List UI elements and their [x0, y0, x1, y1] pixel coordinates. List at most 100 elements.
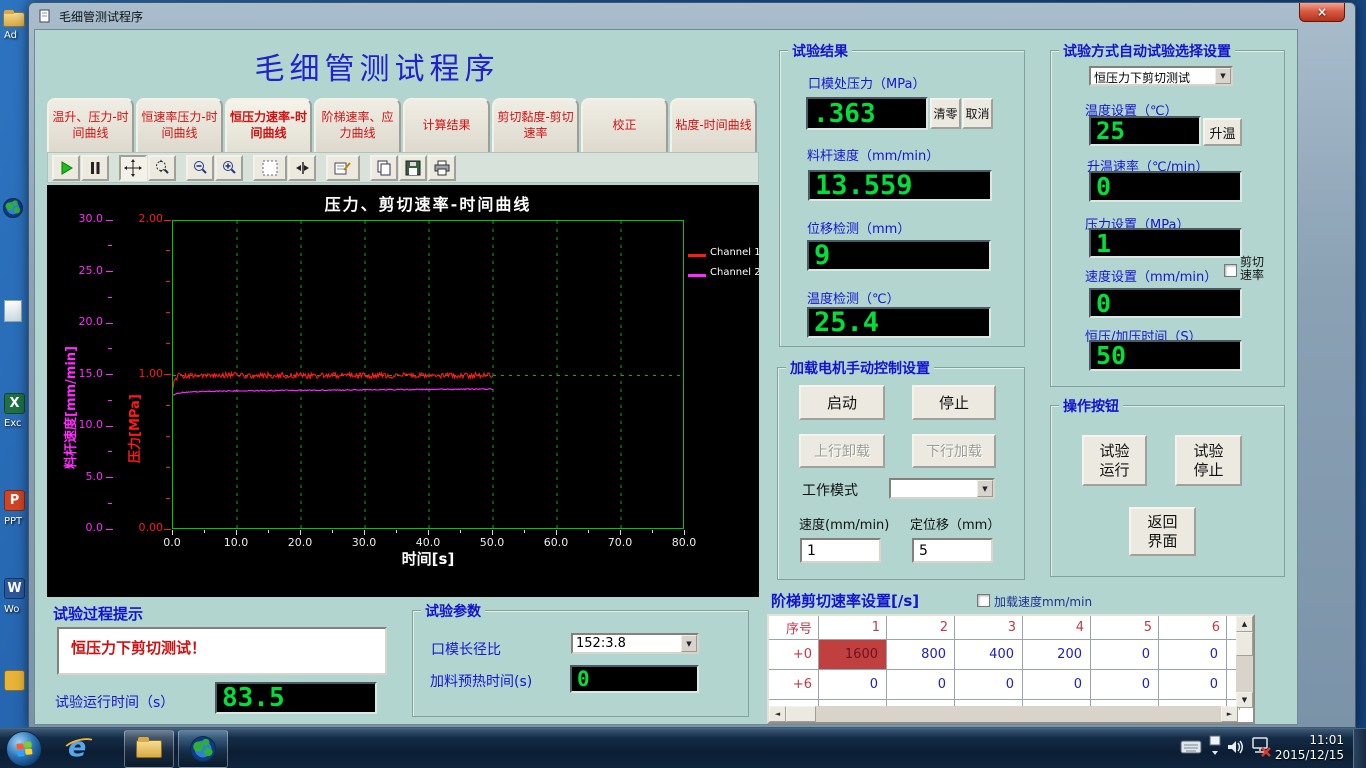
ppt-icon[interactable]: P	[4, 490, 25, 511]
app-icon[interactable]	[4, 670, 25, 691]
language-icon[interactable]	[1208, 735, 1222, 763]
scroll-up-icon[interactable]: ▲	[1236, 616, 1253, 632]
table-cell[interactable]: 200	[1023, 640, 1091, 670]
start-button[interactable]: 启动	[799, 385, 885, 420]
table-cell[interactable]: 0	[1023, 670, 1091, 700]
tab-const-pressure-rate-time[interactable]: 恒压力速率-时间曲线	[225, 98, 312, 152]
tab-step-rate-stress[interactable]: 阶梯速率、应力曲线	[314, 98, 401, 152]
manual-speed-input[interactable]: 1	[800, 538, 881, 563]
desktop-icon-label: PPT	[4, 516, 22, 527]
plot-settings-button[interactable]	[326, 155, 360, 181]
load-speed-checkbox[interactable]	[977, 594, 990, 607]
return-button[interactable]: 返回界面	[1129, 507, 1196, 556]
manual-displacement-input[interactable]: 5	[912, 538, 993, 563]
table-cell-selected[interactable]: 1600	[819, 640, 887, 670]
tab-const-rate-pressure-time[interactable]: 恒速率压力-时间曲线	[136, 98, 223, 152]
heat-button[interactable]: 升温	[1203, 118, 1242, 146]
tab-calibration[interactable]: 校正	[581, 98, 668, 152]
tickmark-left	[106, 529, 113, 530]
test-mode-value: 恒压力下剪切测试	[1091, 68, 1215, 84]
stop-button[interactable]: 停止	[912, 385, 996, 420]
shear-rate-checkbox[interactable]	[1224, 264, 1237, 277]
zoom-out-button[interactable]	[186, 155, 214, 181]
plot-region[interactable]	[172, 220, 684, 529]
chart-toolbar	[47, 152, 759, 183]
scroll-left-icon[interactable]: ◄	[769, 706, 786, 722]
table-cell[interactable]: 0	[1091, 640, 1159, 670]
tab-temp-pressure-time[interactable]: 温升、压力-时间曲线	[47, 98, 134, 152]
vscroll-thumb[interactable]	[1236, 632, 1253, 656]
table-cell[interactable]: 0	[1091, 670, 1159, 700]
column-header: 2	[887, 616, 955, 640]
table-hscrollbar[interactable]: ◄ ►	[769, 706, 1238, 722]
zoom-in-button[interactable]	[215, 155, 243, 181]
clear-button[interactable]: 清零	[930, 98, 961, 129]
hscroll-thumb[interactable]	[786, 706, 816, 722]
cancel-button[interactable]: 取消	[962, 98, 993, 129]
table-cell[interactable]: 0	[887, 670, 955, 700]
table-cell[interactable]: 0	[955, 670, 1023, 700]
tickmark-x	[364, 530, 365, 535]
show-desktop-button[interactable]	[1353, 729, 1366, 768]
table-cell[interactable]: 0	[819, 670, 887, 700]
scroll-down-icon[interactable]: ▼	[1236, 692, 1253, 708]
select-box-button[interactable]	[253, 155, 287, 181]
chevron-down-icon[interactable]: ▼	[681, 635, 697, 652]
test-results-panel: 试验结果 口模处压力（MPa） .363 清零 取消 料杆速度（mm/min） …	[779, 50, 1025, 347]
table-cell[interactable]: 400	[955, 640, 1023, 670]
print-icon	[433, 159, 451, 177]
tick-left: 30.0	[69, 212, 103, 225]
tab-calc-results[interactable]: 计算结果	[403, 98, 490, 152]
print-button[interactable]	[428, 155, 456, 181]
test-stop-button[interactable]: 试验停止	[1175, 435, 1242, 486]
play-button[interactable]	[52, 155, 80, 181]
table-cell[interactable]: 0	[1159, 670, 1227, 700]
globe-icon[interactable]	[3, 198, 23, 218]
app-taskbar-button[interactable]	[178, 730, 228, 768]
ie-taskbar-button[interactable]: e	[68, 732, 86, 763]
tab-shear-viscosity-rate[interactable]: 剪切黏度-剪切速率	[492, 98, 579, 152]
save-button[interactable]	[399, 155, 427, 181]
network-icon[interactable]	[1250, 736, 1272, 762]
work-mode-select[interactable]: ▼	[889, 478, 995, 499]
test-mode-select[interactable]: 恒压力下剪切测试 ▼	[1089, 66, 1233, 86]
down-load-button[interactable]: 下行加载	[912, 434, 996, 468]
tickmark-left minor	[108, 451, 112, 452]
fit-axes-button[interactable]	[288, 155, 316, 181]
table-vscrollbar[interactable]: ▲ ▼	[1236, 616, 1253, 708]
tickmark-x minor	[204, 530, 205, 533]
document-icon[interactable]	[4, 300, 22, 322]
table-cell[interactable]: 800	[887, 640, 955, 670]
chevron-down-icon[interactable]: ▼	[977, 480, 993, 497]
temp-set-display: 25	[1089, 116, 1201, 146]
title-bar: 毛细管测试程序	[29, 3, 1355, 29]
pan-button[interactable]	[119, 155, 147, 181]
die-pressure-display: .363	[806, 97, 928, 130]
tickmark-right minor	[166, 467, 170, 468]
close-button[interactable]: ×	[1299, 3, 1345, 22]
copy-button[interactable]	[370, 155, 398, 181]
die-ratio-select[interactable]: 152:3.8 ▼	[571, 633, 699, 654]
tickmark-right minor	[166, 343, 170, 344]
start-button[interactable]	[6, 731, 42, 767]
tickmark-right minor	[166, 405, 170, 406]
excel-icon[interactable]: X	[4, 393, 25, 414]
up-unload-button[interactable]: 上行卸载	[799, 434, 885, 468]
taskbar-clock[interactable]: 11:01 2015/12/15	[1275, 733, 1344, 763]
tab-viscosity-time[interactable]: 粘度-时间曲线	[670, 98, 757, 152]
chevron-down-icon[interactable]: ▼	[1215, 68, 1231, 84]
test-params-panel: 试验参数 口模长径比 152:3.8 ▼ 加料预热时间(s) 0	[412, 610, 749, 717]
test-run-button[interactable]: 试验运行	[1082, 435, 1147, 486]
zoom-select-button[interactable]	[148, 155, 176, 181]
tick-x: 20.0	[280, 536, 320, 549]
explorer-taskbar-button[interactable]	[124, 730, 174, 768]
table-cell[interactable]: 0	[1159, 640, 1227, 670]
scroll-right-icon[interactable]: ►	[1221, 706, 1238, 722]
tickmark-x	[236, 530, 237, 535]
folder-icon[interactable]	[3, 12, 25, 27]
tickmark-right minor	[166, 250, 170, 251]
keyboard-icon[interactable]	[1180, 739, 1202, 758]
word-icon[interactable]: W	[4, 578, 25, 599]
volume-icon[interactable]	[1226, 738, 1246, 760]
pause-button[interactable]	[81, 155, 109, 181]
